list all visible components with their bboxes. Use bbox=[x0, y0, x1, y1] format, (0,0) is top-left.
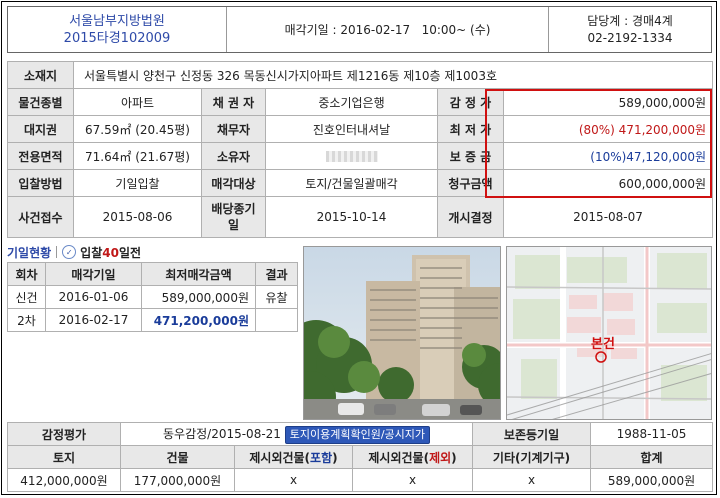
history-row: 2차 2016-02-17 471,200,000원 bbox=[7, 308, 298, 332]
history-date: 2016-01-06 bbox=[45, 285, 142, 309]
bid-method-label: 입찰방법 bbox=[7, 169, 74, 197]
appraisal-price-label: 감 정 가 bbox=[437, 88, 504, 116]
property-info-table: 소재지 서울특별시 양천구 신정동 326 목동신시가지아파트 제1216동 제… bbox=[7, 61, 714, 238]
minimum-price-rate: (80%) bbox=[578, 122, 619, 137]
other-value: x bbox=[472, 468, 592, 492]
registration-date-value: 1988-11-05 bbox=[590, 422, 714, 446]
history-header-result: 결과 bbox=[255, 262, 298, 286]
minimum-price-value: (80%) 471,200,000원 bbox=[502, 115, 714, 143]
schedule-tab[interactable]: 기일현황 bbox=[7, 244, 51, 261]
case-received-label: 사건접수 bbox=[7, 196, 74, 238]
court-name: 서울남부지방법원 bbox=[69, 13, 165, 29]
case-received-value: 2015-08-06 bbox=[73, 196, 202, 238]
history-result: 유찰 bbox=[255, 285, 298, 309]
exclusive-area-value: 71.64㎡ (21.67평) bbox=[73, 142, 202, 170]
days-left-count: 40 bbox=[102, 245, 119, 260]
sale-target-value: 토지/건물일괄매각 bbox=[265, 169, 438, 197]
auction-date-cell: 매각기일 : 2016-02-17 10:00~ (수) bbox=[227, 7, 548, 52]
check-circle-icon: ✓ bbox=[62, 245, 77, 259]
start-decision-label: 개시결정 bbox=[437, 196, 504, 238]
history-result bbox=[255, 308, 298, 332]
appraisal-info: 동우감정/2015-08-21 토지이용계획확인원/공시지가 bbox=[119, 422, 474, 446]
property-type-label: 물건종별 bbox=[7, 88, 74, 116]
property-marker-label: 본건 bbox=[591, 337, 615, 352]
dividend-deadline-value: 2015-10-14 bbox=[265, 196, 438, 238]
minimum-price-amount: 471,200,000원 bbox=[618, 122, 707, 137]
debtor-label: 채무자 bbox=[201, 115, 266, 143]
extra-excluded-label: 제시외건물(제외) bbox=[351, 445, 474, 469]
dividend-deadline-label-line1: 배당종기 bbox=[211, 202, 256, 216]
owner-label: 소유자 bbox=[201, 142, 266, 170]
creditor-label: 채 권 자 bbox=[201, 88, 266, 116]
dividend-deadline-label: 배당종기 일 bbox=[201, 196, 266, 238]
case-number: 2015타경102009 bbox=[63, 30, 171, 46]
exclusive-area-label: 전용면적 bbox=[7, 142, 74, 170]
location-map[interactable]: 본건 bbox=[506, 246, 712, 420]
dividend-deadline-label-line2: 일 bbox=[227, 218, 240, 232]
appraisal-value: 동우감정/2015-08-21 bbox=[162, 426, 281, 441]
start-decision-value: 2015-08-07 bbox=[502, 196, 714, 238]
claim-amount-label: 청구금액 bbox=[437, 169, 504, 197]
manager-info: 담당계 : 경매4계 02-2192-1334 bbox=[549, 7, 711, 52]
total-col-label: 합계 bbox=[590, 445, 714, 469]
case-header: 서울남부지방법원 2015타경102009 매각기일 : 2016-02-17 … bbox=[7, 6, 712, 53]
history-row: 신건 2016-01-06 589,000,000원 유찰 bbox=[7, 285, 298, 309]
appraisal-price-value: 589,000,000원 bbox=[502, 88, 714, 116]
registration-date-label: 보존등기일 bbox=[472, 422, 592, 446]
deposit-value: (10%)47,120,000원 bbox=[502, 142, 714, 170]
appraisal-table: 감정평가 동우감정/2015-08-21 토지이용계획확인원/공시지가 보존등기… bbox=[7, 422, 714, 492]
land-col-label: 토지 bbox=[7, 445, 121, 469]
history-amount: 471,200,000원 bbox=[141, 308, 256, 332]
history-header-round: 회차 bbox=[7, 262, 46, 286]
deposit-label: 보 증 금 bbox=[437, 142, 504, 170]
land-right-label: 대지권 bbox=[7, 115, 74, 143]
address-label: 소재지 bbox=[7, 61, 74, 89]
minimum-price-label: 최 저 가 bbox=[437, 115, 504, 143]
address-value: 서울특별시 양천구 신정동 326 목동신시가지아파트 제1216동 제10층 … bbox=[72, 61, 714, 89]
bid-method-value: 기일입찰 bbox=[73, 169, 202, 197]
extra-included-value: x bbox=[234, 468, 353, 492]
history-round: 2차 bbox=[7, 308, 46, 332]
history-amount: 589,000,000원 bbox=[141, 285, 256, 309]
auction-status: 기일현황 ✓ 입찰40일전 bbox=[7, 243, 141, 261]
history-round: 신건 bbox=[7, 285, 46, 309]
history-date: 2016-02-17 bbox=[45, 308, 142, 332]
land-use-plan-button[interactable]: 토지이용계획확인원/공시지가 bbox=[284, 425, 431, 444]
creditor-value: 중소기업은행 bbox=[265, 88, 438, 116]
building-col-label: 건물 bbox=[120, 445, 235, 469]
land-value: 412,000,000원 bbox=[7, 468, 121, 492]
days-left-label: 입찰40일전 bbox=[80, 245, 142, 260]
manager-phone: 02-2192-1334 bbox=[587, 30, 673, 45]
appraisal-label: 감정평가 bbox=[7, 422, 121, 446]
debtor-value: 진호인터내셔날 bbox=[265, 115, 438, 143]
owner-value-masked bbox=[265, 142, 438, 170]
court-info: 서울남부지방법원 2015타경102009 bbox=[8, 7, 226, 52]
history-header-amount: 최저매각금액 bbox=[141, 262, 256, 286]
claim-amount-value: 600,000,000원 bbox=[502, 169, 714, 197]
extra-included-label: 제시외건물(포함) bbox=[234, 445, 353, 469]
owner-blur bbox=[325, 151, 378, 162]
extra-excluded-value: x bbox=[351, 468, 474, 492]
property-type-value: 아파트 bbox=[73, 88, 202, 116]
history-header-date: 매각기일 bbox=[45, 262, 142, 286]
building-value: 177,000,000원 bbox=[120, 468, 235, 492]
photo-image bbox=[304, 247, 500, 419]
total-value: 589,000,000원 bbox=[590, 468, 714, 492]
manager-dept: 담당계 : 경매4계 bbox=[587, 13, 673, 28]
building-photo[interactable] bbox=[303, 246, 501, 420]
auction-date: 매각기일 : 2016-02-17 10:00~ (수) bbox=[284, 23, 491, 37]
sale-target-label: 매각대상 bbox=[201, 169, 266, 197]
other-col-label: 기타(기계기구) bbox=[472, 445, 592, 469]
auction-history-table: 회차 매각기일 최저매각금액 결과 신건 2016-01-06 589,000,… bbox=[7, 262, 298, 332]
land-right-value: 67.59㎡ (20.45평) bbox=[73, 115, 202, 143]
